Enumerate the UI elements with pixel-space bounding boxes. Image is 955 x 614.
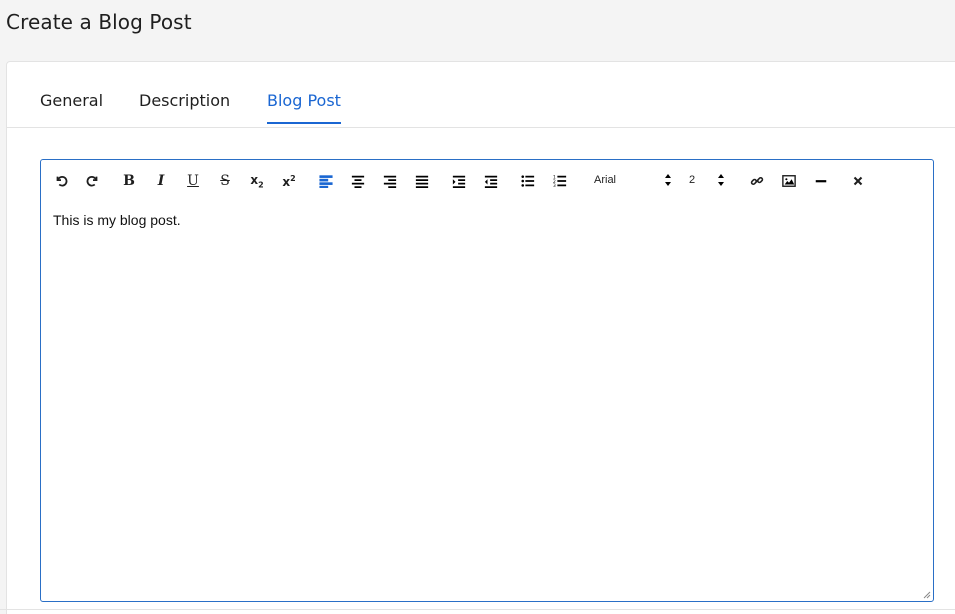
outdent-button[interactable] [482,172,500,190]
align-justify-icon [415,175,429,188]
clear-format-button[interactable] [849,172,867,190]
font-size-select[interactable]: 2 [689,170,725,190]
clear-format-icon [853,176,863,186]
select-arrows-icon [665,174,671,186]
horizontal-rule-icon [815,180,827,183]
align-right-button[interactable] [381,172,399,190]
undo-button[interactable] [52,172,70,190]
image-button[interactable] [780,172,798,190]
bold-button[interactable]: B [120,172,138,190]
underline-button[interactable]: U [184,172,202,190]
image-icon [782,175,796,187]
tab-general[interactable]: General [40,91,103,122]
divider [0,609,955,610]
tab-blog-post[interactable]: Blog Post [267,91,341,124]
resize-handle-icon[interactable] [923,591,931,599]
align-center-icon [351,175,365,188]
indent-icon [452,175,466,188]
editor-content[interactable]: This is my blog post. [53,212,921,228]
outdent-icon [484,175,498,188]
align-left-button[interactable] [317,172,335,190]
link-icon [750,176,764,186]
redo-button[interactable] [84,172,102,190]
font-family-select[interactable]: Arial [594,170,672,190]
subscript-button[interactable]: x2 [248,172,266,190]
bullet-list-button[interactable] [519,172,537,190]
link-button[interactable] [748,172,766,190]
subscript-icon: x2 [250,172,264,190]
svg-text:3: 3 [553,183,556,188]
horizontal-rule-button[interactable] [812,172,830,190]
rich-text-editor[interactable]: B I U S x2 x2 1 2 3 Arial 2 This is my b… [40,159,934,602]
align-left-icon [319,175,333,188]
italic-button[interactable]: I [152,172,170,190]
strikethrough-icon: S [220,173,230,189]
underline-icon: U [187,173,199,189]
editor-toolbar: B I U S x2 x2 1 2 3 Arial 2 [41,160,933,202]
tab-bar: General Description Blog Post [7,62,955,128]
numbered-list-button[interactable]: 123 [551,172,569,190]
italic-icon: I [157,173,165,189]
blog-post-card: General Description Blog Post B I U S x2… [6,61,955,614]
align-right-icon [383,175,397,188]
align-center-button[interactable] [349,172,367,190]
superscript-icon: x2 [282,173,296,189]
indent-button[interactable] [450,172,468,190]
redo-icon [86,176,98,187]
undo-icon [56,176,68,187]
tab-description[interactable]: Description [139,91,230,122]
select-arrows-icon [718,174,724,186]
bold-icon: B [123,173,135,189]
strikethrough-button[interactable]: S [216,172,234,190]
align-justify-button[interactable] [413,172,431,190]
numbered-list-icon: 123 [553,174,567,188]
bullet-list-icon [521,175,535,187]
font-family-value: Arial [594,174,617,186]
superscript-button[interactable]: x2 [280,172,298,190]
page-title: Create a Blog Post [6,10,192,34]
font-size-value: 2 [689,174,696,186]
